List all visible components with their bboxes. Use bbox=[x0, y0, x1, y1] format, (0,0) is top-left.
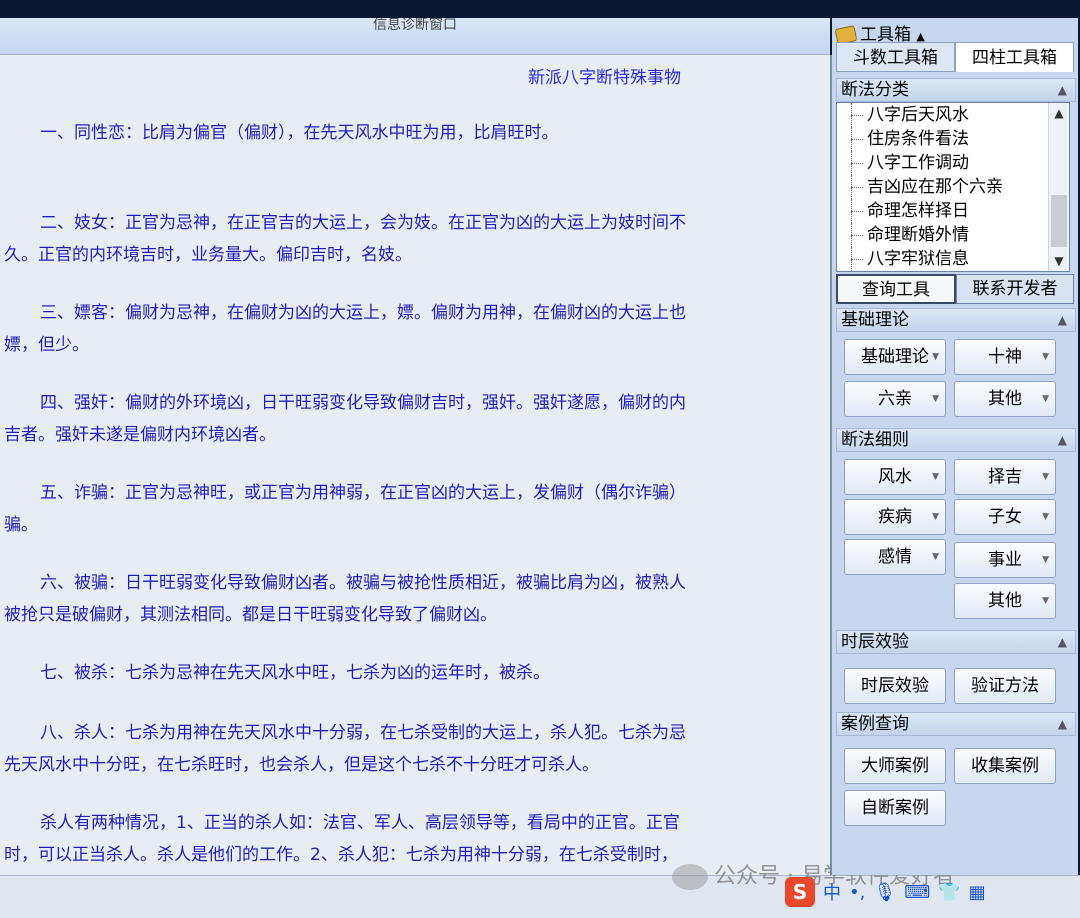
rules-other-button[interactable]: 其他 ▼ bbox=[954, 583, 1056, 619]
basic-theory-button[interactable]: 基础理论 ▼ bbox=[844, 339, 946, 375]
rules-section-header[interactable]: 断法细则 ▲ bbox=[836, 428, 1076, 452]
tab-contact-developer[interactable]: 联系开发者 bbox=[956, 274, 1074, 304]
fengshui-button[interactable]: 风水 ▼ bbox=[844, 459, 946, 495]
paragraph: 七、被杀：七杀为忌神在先天风水中旺，七杀为凶的运年时，被杀。 bbox=[4, 657, 830, 689]
microphone-icon[interactable]: 🎙 bbox=[873, 882, 896, 903]
paragraph-line: 先天风水中十分旺，在七杀旺时，也会杀人，但是这个七杀不十分旺才可杀人。 bbox=[4, 755, 599, 775]
paragraph-line: 一、同性恋：比肩为偏官（偏财），在先天风水中旺为用，比肩旺时。 bbox=[40, 123, 559, 143]
collect-cases-button[interactable]: 收集案例 bbox=[954, 748, 1056, 784]
paragraph-line: 八、杀人：七杀为用神在先天风水中十分弱，在七杀受制的大运上，杀人犯。七杀为忌 bbox=[40, 723, 686, 743]
dropdown-arrow-icon: ▼ bbox=[932, 552, 939, 562]
dropdown-arrow-icon: ▼ bbox=[1042, 596, 1049, 606]
children-button[interactable]: 子女 ▼ bbox=[954, 499, 1056, 535]
paragraph-line: 被抢只是破偏财，其测法相同。都是日干旺弱变化导致了偏财凶。 bbox=[4, 605, 497, 625]
paragraph: 八、杀人：七杀为用神在先天风水中十分弱，在七杀受制的大运上，杀人犯。七杀为忌先天… bbox=[4, 717, 830, 781]
paragraph-line: 六、被骗：日干旺弱变化导致偏财凶者。被骗与被抢性质相近，被骗比肩为凶，被熟人 bbox=[40, 573, 686, 593]
toolbox-tabs: 斗数工具箱 四柱工具箱 bbox=[836, 42, 1074, 72]
category-list[interactable]: 八字后天风水 住房条件看法 八字工作调动 吉凶应在那个六亲 命理怎样择日 命理断婚外情 八字… bbox=[836, 102, 1070, 272]
paragraph-line: 七、被杀：七杀为忌神在先天风水中旺，七杀为凶的运年时，被杀。 bbox=[40, 663, 550, 683]
paragraph-line: 五、诈骗：正官为忌神旺，或正官为用神弱，在正官凶的大运上，发偏财（偶尔诈骗） bbox=[40, 483, 686, 503]
category-list-item[interactable]: 八字工作调动 bbox=[837, 151, 1069, 175]
category-list-item[interactable]: 吉凶应在那个六亲 bbox=[837, 175, 1069, 199]
document-title: 新派八字断特殊事物 bbox=[528, 68, 681, 88]
master-cases-button[interactable]: 大师案例 bbox=[844, 748, 946, 784]
paragraph-line: 杀人有两种情况，1、正当的杀人如：法官、军人、高层领导等，看局中的正官。正官 bbox=[40, 813, 680, 833]
paragraph-line: 四、强奸：偏财的外环境凶，日干旺弱变化导致偏财吉时，强奸。强奸遂愿，偏财的内 bbox=[40, 393, 686, 413]
toolbox-header[interactable]: 工具箱 ▲ bbox=[834, 20, 925, 45]
paragraph: 二、妓女：正官为忌神，在正官吉的大运上，会为妓。在正官为凶的大运上为妓时间不久。… bbox=[4, 207, 830, 271]
document-view: 新派八字断特殊事物 一、同性恋：比肩为偏官（偏财），在先天风水中旺为用，比肩旺时… bbox=[0, 55, 832, 875]
sogou-ime-icon[interactable]: S bbox=[785, 877, 815, 907]
verify-method-button[interactable]: 验证方法 bbox=[954, 668, 1056, 704]
category-section-header[interactable]: 断法分类 ▲ bbox=[836, 78, 1076, 102]
keyboard-icon[interactable]: ⌨ bbox=[904, 882, 930, 903]
collapse-icon[interactable]: ▲ bbox=[1058, 429, 1067, 451]
paragraph-line: 二、妓女：正官为忌神，在正官吉的大运上，会为妓。在正官为凶的大运上为妓时间不 bbox=[40, 213, 686, 233]
tab-doushu-toolbox[interactable]: 斗数工具箱 bbox=[836, 42, 955, 72]
list-scrollbar[interactable]: ▲ ▼ bbox=[1048, 103, 1069, 271]
category-list-item[interactable]: 八字牢狱信息 bbox=[837, 247, 1069, 271]
paragraph-line: 嫖，但少。 bbox=[4, 335, 89, 355]
scroll-thumb[interactable] bbox=[1051, 195, 1067, 247]
punctuation-icon[interactable]: •, bbox=[849, 882, 865, 903]
paragraph-line: 久。正官的内环境吉时，业务量大。偏印吉时，名妓。 bbox=[4, 245, 412, 265]
basic-other-button[interactable]: 其他 ▼ bbox=[954, 381, 1056, 417]
ten-gods-button[interactable]: 十神 ▼ bbox=[954, 339, 1056, 375]
window-title-bar: 信息诊断窗口 bbox=[0, 18, 830, 55]
skin-icon[interactable]: 👕 bbox=[938, 882, 960, 903]
self-cases-button[interactable]: 自断案例 bbox=[844, 790, 946, 826]
toolbox-panel: 工具箱 ▲ 斗数工具箱 四柱工具箱 断法分类 ▲ 八字后天风水 住房条件看法 八字工作… bbox=[832, 18, 1078, 875]
category-list-item[interactable]: 八字后天风水 bbox=[837, 103, 1069, 127]
tab-sizhu-toolbox[interactable]: 四柱工具箱 bbox=[955, 42, 1074, 72]
paragraph-line: 三、嫖客：偏财为忌神，在偏财为凶的大运上，嫖。偏财为用神，在偏财凶的大运上也 bbox=[40, 303, 686, 323]
toolbox-icon[interactable]: ▦ bbox=[969, 882, 986, 903]
query-tabs: 查询工具 联系开发者 bbox=[836, 274, 1074, 304]
scroll-up-icon[interactable]: ▲ bbox=[1049, 103, 1069, 123]
collapse-icon[interactable]: ▲ bbox=[1058, 631, 1067, 653]
tab-query-tools[interactable]: 查询工具 bbox=[836, 274, 956, 304]
timing-section-header[interactable]: 时辰效验 ▲ bbox=[836, 630, 1076, 654]
paragraph: 五、诈骗：正官为忌神旺，或正官为用神弱，在正官凶的大运上，发偏财（偶尔诈骗） 骗。 bbox=[4, 477, 830, 541]
paragraph: 四、强奸：偏财的外环境凶，日干旺弱变化导致偏财吉时，强奸。强奸遂愿，偏财的内吉者… bbox=[4, 387, 830, 451]
emotion-button[interactable]: 感情 ▼ bbox=[844, 539, 946, 575]
dropdown-arrow-icon: ▼ bbox=[1042, 472, 1049, 482]
category-list-item[interactable]: 住房条件看法 bbox=[837, 127, 1069, 151]
six-relatives-button[interactable]: 六亲 ▼ bbox=[844, 381, 946, 417]
collapse-icon[interactable]: ▲ bbox=[1058, 309, 1067, 331]
dropdown-arrow-icon: ▼ bbox=[1042, 352, 1049, 362]
dropdown-arrow-icon: ▼ bbox=[1042, 512, 1049, 522]
dropdown-arrow-icon: ▼ bbox=[932, 472, 939, 482]
category-list-item[interactable]: 命理断婚外情 bbox=[837, 223, 1069, 247]
paragraph: 三、嫖客：偏财为忌神，在偏财为凶的大运上，嫖。偏财为用神，在偏财凶的大运上也嫖，… bbox=[4, 297, 830, 361]
choose-auspicious-button[interactable]: 择吉 ▼ bbox=[954, 459, 1056, 495]
top-bar bbox=[0, 0, 1080, 18]
dropdown-arrow-icon: ▼ bbox=[932, 512, 939, 522]
career-button[interactable]: 事业 ▼ bbox=[954, 542, 1056, 578]
dropdown-arrow-icon: ▼ bbox=[1042, 555, 1049, 565]
paragraph-line: 吉者。强奸未遂是偏财内环境凶者。 bbox=[4, 425, 276, 445]
basic-theory-section-header[interactable]: 基础理论 ▲ bbox=[836, 308, 1076, 332]
category-list-item[interactable]: 命理怎样择日 bbox=[837, 199, 1069, 223]
dropdown-arrow-icon: ▼ bbox=[1042, 394, 1049, 404]
ime-mode-label[interactable]: 中 bbox=[823, 879, 841, 905]
collapse-icon[interactable]: ▲ bbox=[1058, 713, 1067, 735]
paragraph: 一、同性恋：比肩为偏官（偏财），在先天风水中旺为用，比肩旺时。 bbox=[4, 117, 830, 149]
paragraph: 六、被骗：日干旺弱变化导致偏财凶者。被骗与被抢性质相近，被骗比肩为凶，被熟人被抢… bbox=[4, 567, 830, 631]
dropdown-arrow-icon: ▼ bbox=[932, 352, 939, 362]
paragraph-line: 骗。 bbox=[4, 515, 38, 535]
wechat-icon bbox=[672, 864, 708, 890]
timing-verify-button[interactable]: 时辰效验 bbox=[844, 668, 946, 704]
cases-section-header[interactable]: 案例查询 ▲ bbox=[836, 712, 1076, 736]
illness-button[interactable]: 疾病 ▼ bbox=[844, 499, 946, 535]
scroll-down-icon[interactable]: ▼ bbox=[1049, 251, 1069, 271]
dropdown-arrow-icon: ▼ bbox=[932, 394, 939, 404]
ime-tray: S 中 •, 🎙 ⌨ 👕 ▦ bbox=[785, 872, 986, 912]
collapse-icon[interactable]: ▲ bbox=[1058, 79, 1067, 101]
window-title: 信息诊断窗口 bbox=[373, 18, 457, 33]
